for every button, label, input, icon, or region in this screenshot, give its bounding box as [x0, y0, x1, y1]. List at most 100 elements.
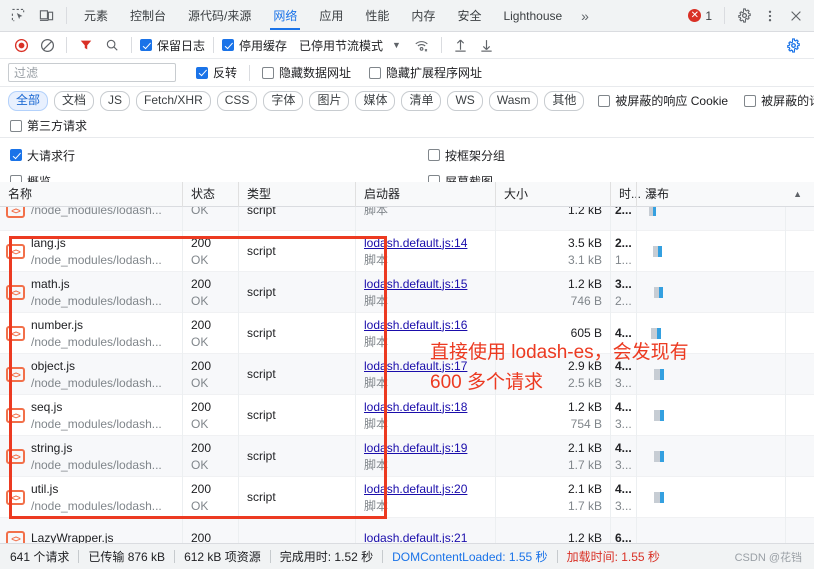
- type-filter-font[interactable]: 字体: [263, 90, 304, 111]
- type-filter-other[interactable]: 其他: [544, 90, 585, 111]
- type-filter-img[interactable]: 图片: [309, 90, 350, 111]
- error-count-badge[interactable]: ✕ 1: [688, 0, 718, 31]
- cell-status: 200 OK: [182, 354, 238, 395]
- tab-performance[interactable]: 性能: [354, 0, 400, 31]
- import-har-icon[interactable]: [448, 32, 474, 58]
- table-row[interactable]: <> lang.js/node_modules/lodash... 200 OK scr…: [0, 231, 814, 272]
- tab-security[interactable]: 安全: [446, 0, 492, 31]
- big-request-rows-checkbox[interactable]: 大请求行: [8, 147, 77, 164]
- cell-name[interactable]: <> object.js/node_modules/lodash...: [0, 354, 182, 395]
- initiator-link[interactable]: lodash.default.js:16: [364, 317, 495, 334]
- type-filter-ws[interactable]: WS: [447, 90, 483, 111]
- cell-name[interactable]: <> lang.js/node_modules/lodash...: [0, 231, 182, 272]
- table-row[interactable]: <> number.js/node_modules/lodash... 200 OK s…: [0, 313, 814, 354]
- inspect-element-icon[interactable]: [4, 0, 32, 31]
- column-label: 瀑布: [645, 187, 670, 201]
- resource-size: 1.7 kB: [567, 457, 602, 472]
- clear-network-log-icon[interactable]: [34, 32, 60, 58]
- tab-lighthouse[interactable]: Lighthouse: [492, 0, 573, 31]
- chevron-down-icon[interactable]: ▼: [392, 40, 401, 50]
- type-filter-wasm[interactable]: Wasm: [488, 90, 539, 111]
- table-row[interactable]: <> string.js/node_modules/lodash... 200 OK s…: [0, 436, 814, 477]
- export-har-icon[interactable]: [474, 32, 500, 58]
- tab-memory[interactable]: 内存: [400, 0, 446, 31]
- tab-application[interactable]: 应用: [308, 0, 354, 31]
- device-toolbar-icon[interactable]: [32, 0, 60, 31]
- type-filter-all[interactable]: 全部: [8, 90, 49, 111]
- initiator-link[interactable]: lodash.default.js:17: [364, 358, 495, 375]
- cell-name[interactable]: <> seq.js/node_modules/lodash...: [0, 395, 182, 436]
- network-conditions-icon[interactable]: [409, 32, 435, 58]
- throttling-select[interactable]: 已停用节流模式: [299, 37, 383, 54]
- tab-sources[interactable]: 源代码/来源: [177, 0, 262, 31]
- cell-status: 200 OK: [182, 231, 238, 272]
- initiator-link[interactable]: lodash.default.js:21: [364, 530, 495, 543]
- tab-console[interactable]: 控制台: [119, 0, 177, 31]
- column-header-size[interactable]: 大小: [495, 182, 610, 207]
- group-by-frame-checkbox[interactable]: 按框架分组: [426, 147, 507, 164]
- resource-type: script: [247, 408, 276, 422]
- request-path: /node_modules/lodash...: [31, 207, 162, 217]
- initiator-link[interactable]: lodash.default.js:15: [364, 276, 495, 293]
- request-name: util.js: [31, 481, 59, 496]
- column-header-type[interactable]: 类型: [238, 182, 355, 207]
- third-party-requests-checkbox[interactable]: 第三方请求: [8, 117, 89, 134]
- resource-type: script: [247, 490, 276, 504]
- close-icon[interactable]: [783, 0, 809, 31]
- cell-name[interactable]: <> util.js/node_modules/lodash...: [0, 477, 182, 518]
- table-row[interactable]: <> math.js/node_modules/lodash... 200 OK scr…: [0, 272, 814, 313]
- table-row[interactable]: <> util.js/node_modules/lodash... 200 OK scr…: [0, 477, 814, 518]
- js-file-icon: <>: [6, 367, 25, 382]
- disable-cache-checkbox[interactable]: 停用缓存: [220, 37, 289, 54]
- cell-name[interactable]: <> /node_modules/lodash...: [0, 207, 182, 231]
- column-header-name[interactable]: 名称: [0, 182, 182, 207]
- tab-network[interactable]: 网络: [262, 0, 308, 31]
- type-filter-media[interactable]: 媒体: [355, 90, 396, 111]
- more-tabs-icon[interactable]: »: [573, 0, 597, 31]
- type-filter-doc[interactable]: 文档: [54, 90, 95, 111]
- initiator-link[interactable]: lodash.default.js:19: [364, 440, 495, 457]
- cell-name[interactable]: <> string.js/node_modules/lodash...: [0, 436, 182, 477]
- cell-initiator: lodash.default.js:17 脚本: [355, 354, 495, 395]
- request-path: /node_modules/lodash...: [31, 334, 162, 349]
- filter-input[interactable]: [8, 63, 176, 82]
- cell-time: 4...: [610, 313, 636, 354]
- cell-name[interactable]: <> math.js/node_modules/lodash...: [0, 272, 182, 313]
- type-filter-css[interactable]: CSS: [216, 90, 258, 111]
- hide-extension-urls-checkbox[interactable]: 隐藏扩展程序网址: [367, 64, 484, 81]
- gear-icon[interactable]: [731, 0, 757, 31]
- column-header-time[interactable]: 时...: [610, 182, 641, 207]
- column-header-initiator[interactable]: 启动器: [355, 182, 495, 207]
- cell-waterfall: [636, 207, 814, 231]
- cell-status: OK: [182, 207, 238, 231]
- type-filter-manifest[interactable]: 清单: [401, 90, 442, 111]
- type-filter-fetch-xhr[interactable]: Fetch/XHR: [136, 90, 211, 111]
- search-icon[interactable]: [99, 32, 125, 58]
- more-options-icon[interactable]: [757, 0, 783, 31]
- filter-funnel-icon[interactable]: [73, 32, 99, 58]
- invert-filter-checkbox[interactable]: 反转: [194, 64, 239, 81]
- table-row[interactable]: <> object.js/node_modules/lodash... 200 OK s…: [0, 354, 814, 395]
- table-row[interactable]: <> seq.js/node_modules/lodash... 200 OK scri…: [0, 395, 814, 436]
- resource-type: script: [247, 326, 276, 340]
- cell-name[interactable]: <> number.js/node_modules/lodash...: [0, 313, 182, 354]
- initiator-link[interactable]: lodash.default.js:20: [364, 481, 495, 498]
- toolbar-divider-3: [213, 37, 215, 53]
- type-filter-js[interactable]: JS: [100, 90, 131, 111]
- hide-data-urls-checkbox[interactable]: 隐藏数据网址: [260, 64, 353, 81]
- record-stop-icon[interactable]: [8, 32, 34, 58]
- column-header-waterfall[interactable]: 瀑布 ▲: [636, 182, 814, 207]
- waterfall-download-segment: [660, 492, 664, 503]
- initiator-link[interactable]: lodash.default.js:14: [364, 235, 495, 252]
- cell-name[interactable]: <> LazyWrapper.js: [0, 518, 182, 543]
- initiator-link[interactable]: lodash.default.js:18: [364, 399, 495, 416]
- table-row[interactable]: <> LazyWrapper.js 200 lodash.default.js:21 1…: [0, 518, 814, 543]
- blocked-response-cookies-checkbox[interactable]: 被屏蔽的响应 Cookie: [596, 92, 730, 109]
- tab-elements[interactable]: 元素: [73, 0, 119, 31]
- table-row[interactable]: <> /node_modules/lodash... OK script 脚本 1.2 k…: [0, 207, 814, 231]
- network-settings-gear-icon[interactable]: [780, 32, 806, 58]
- preserve-log-checkbox[interactable]: 保留日志: [138, 37, 207, 54]
- column-header-status[interactable]: 状态: [182, 182, 238, 207]
- blocked-requests-checkbox[interactable]: 被屏蔽的请求: [742, 92, 814, 109]
- request-name: lang.js: [31, 235, 66, 250]
